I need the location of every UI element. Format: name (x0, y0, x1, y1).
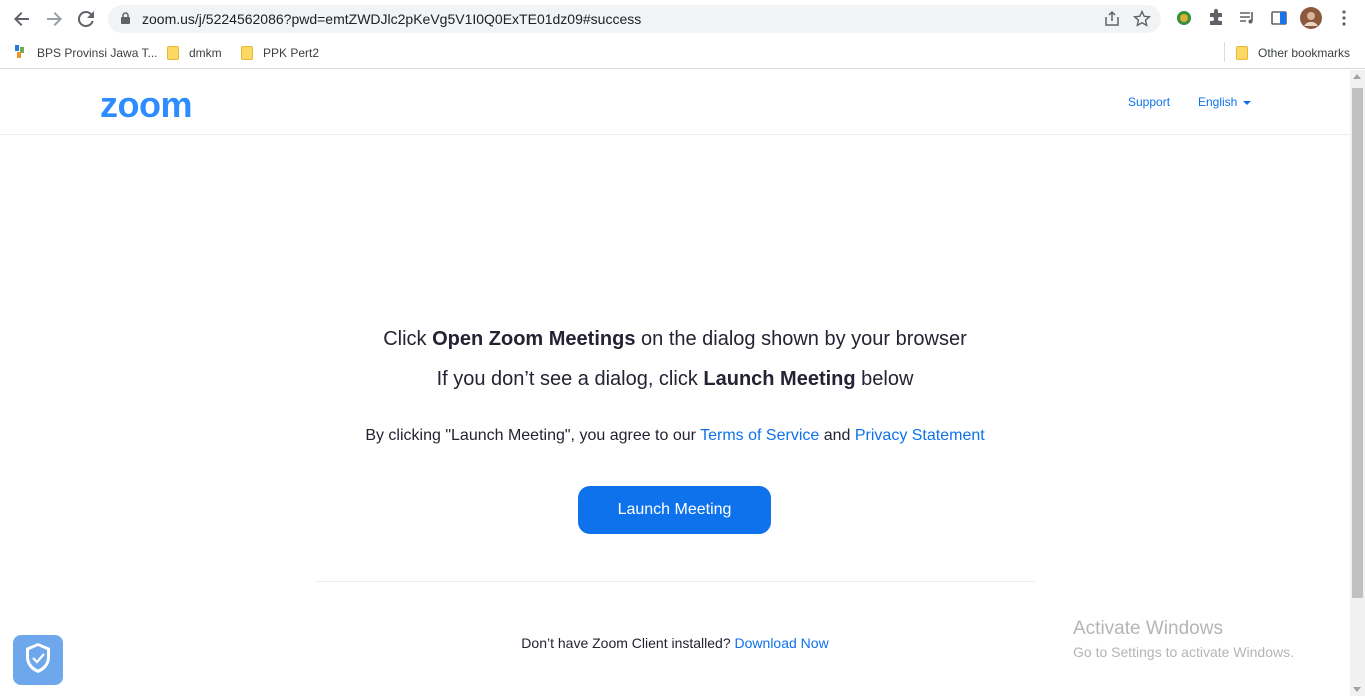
folder-icon (241, 46, 253, 60)
extensions-puzzle-icon[interactable] (1205, 7, 1227, 29)
zoom-logo[interactable]: zoom (100, 84, 193, 126)
text: on the dialog shown by your browser (635, 328, 967, 350)
language-label: English (1198, 95, 1238, 109)
url-text[interactable]: zoom.us/j/5224562086?pwd=emtZWDJlc2pKeVg… (142, 11, 641, 27)
instruction-line-1: Click Open Zoom Meetings on the dialog s… (0, 328, 1350, 351)
bookmark-star-icon[interactable] (1132, 9, 1152, 33)
reload-icon[interactable] (74, 7, 98, 31)
back-icon[interactable] (10, 7, 34, 31)
folder-icon (167, 46, 179, 60)
text: Click (383, 328, 433, 350)
vertical-scrollbar[interactable] (1350, 70, 1365, 696)
share-icon[interactable] (1103, 10, 1121, 33)
extension-globe-icon[interactable] (1173, 7, 1195, 29)
more-menu-icon[interactable] (1333, 7, 1355, 29)
text: By clicking "Launch Meeting", you agree … (365, 427, 701, 444)
scroll-up-arrow-icon[interactable] (1353, 74, 1361, 79)
bookmark-label: PPK Pert2 (263, 46, 320, 60)
media-playlist-icon[interactable] (1236, 7, 1258, 29)
activate-subtitle: Go to Settings to activate Windows. (1073, 644, 1294, 660)
text: and (819, 427, 855, 444)
bookmarks-bar: BPS Provinsi Jawa T... dmkm PPK Pert2 Ot… (0, 38, 1365, 69)
text: Don’t have Zoom Client installed? (521, 635, 735, 651)
side-panel-icon[interactable] (1268, 7, 1290, 29)
text: If you don’t see a dialog, click (436, 368, 704, 390)
lock-icon[interactable] (120, 12, 131, 30)
zoom-header: zoom Support English (0, 70, 1350, 135)
language-dropdown[interactable]: English (1198, 95, 1252, 109)
forward-icon[interactable] (42, 7, 66, 31)
agreement-text: By clicking "Launch Meeting", you agree … (0, 427, 1350, 445)
security-shield-button[interactable] (13, 635, 63, 685)
bookmark-bps[interactable]: BPS Provinsi Jawa T... (14, 43, 158, 63)
support-link[interactable]: Support (1128, 95, 1170, 109)
bold-text: Open Zoom Meetings (432, 328, 636, 350)
bookmark-label: dmkm (189, 46, 222, 60)
page-content: zoom Support English Click Open Zoom Mee… (0, 70, 1350, 696)
folder-icon (1236, 46, 1248, 60)
instruction-line-2: If you don’t see a dialog, click Launch … (0, 368, 1350, 391)
shield-check-icon (24, 642, 52, 679)
address-bar[interactable]: zoom.us/j/5224562086?pwd=emtZWDJlc2pKeVg… (108, 5, 1161, 33)
divider (315, 581, 1035, 582)
bookmark-ppk-pert2[interactable]: PPK Pert2 (241, 43, 319, 63)
activate-title: Activate Windows (1073, 618, 1223, 639)
caret-down-icon (1243, 100, 1252, 105)
bps-logo-icon (14, 44, 29, 62)
download-now-link[interactable]: Download Now (735, 635, 829, 651)
privacy-statement-link[interactable]: Privacy Statement (855, 427, 985, 444)
scroll-thumb[interactable] (1352, 88, 1363, 598)
terms-of-service-link[interactable]: Terms of Service (700, 427, 819, 444)
bookmark-label: BPS Provinsi Jawa T... (37, 46, 158, 60)
other-bookmarks[interactable]: Other bookmarks (1236, 43, 1350, 63)
bold-text: Launch Meeting (703, 368, 856, 390)
profile-avatar[interactable] (1300, 7, 1322, 29)
bookmarks-separator (1224, 42, 1225, 62)
activate-windows-watermark: Activate Windows Go to Settings to activ… (1073, 618, 1294, 660)
browser-toolbar: zoom.us/j/5224562086?pwd=emtZWDJlc2pKeVg… (0, 0, 1365, 38)
launch-meeting-button[interactable]: Launch Meeting (578, 486, 771, 534)
text: below (855, 368, 914, 390)
scroll-down-arrow-icon[interactable] (1353, 687, 1361, 692)
other-bookmarks-label: Other bookmarks (1258, 46, 1351, 60)
bookmark-dmkm[interactable]: dmkm (167, 43, 222, 63)
